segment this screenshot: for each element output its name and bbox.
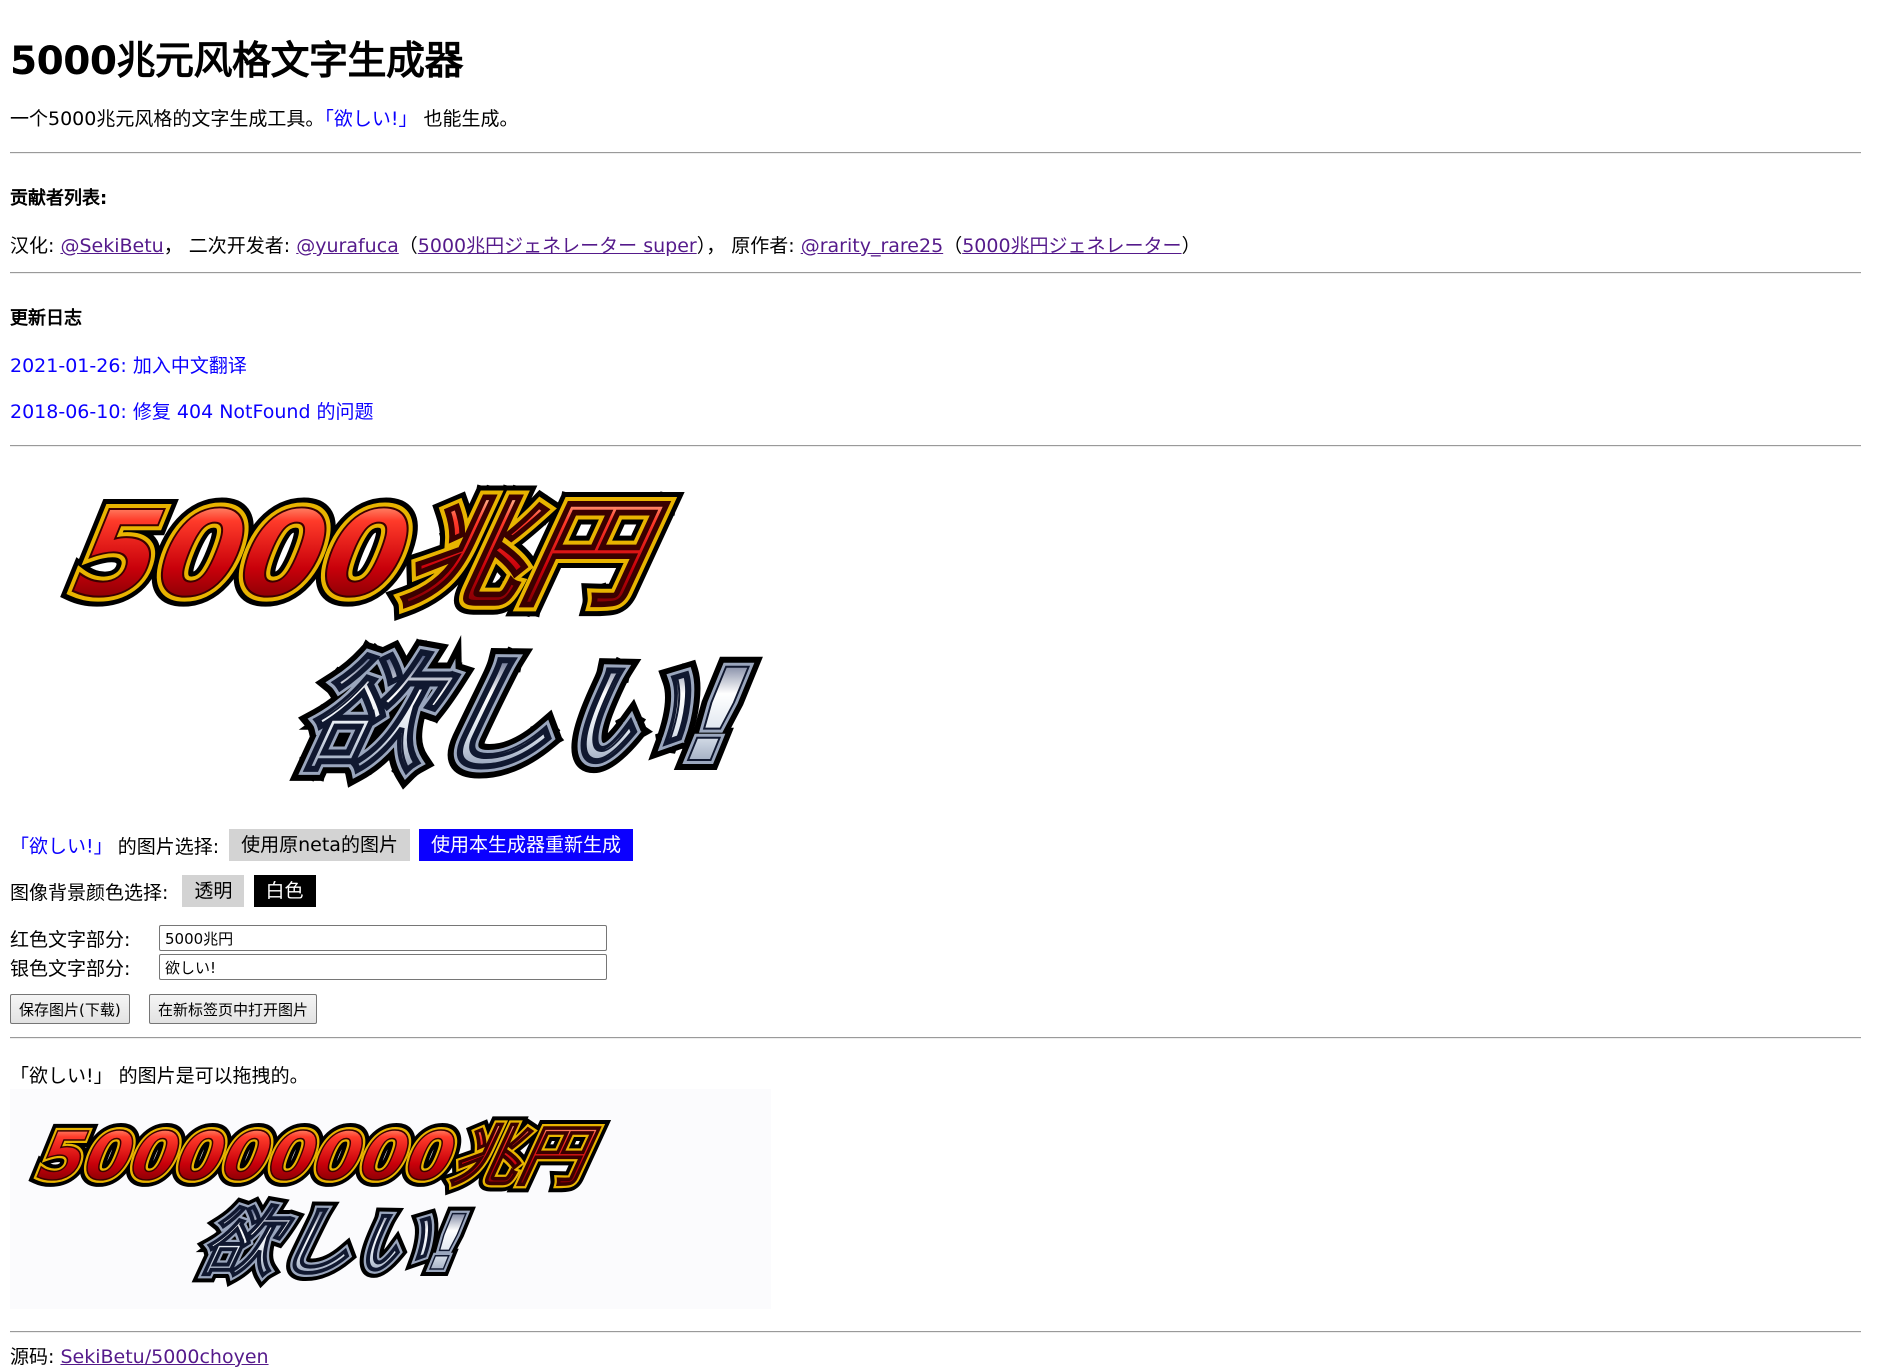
original-project-link[interactable]: 5000兆円ジェネレーター <box>962 235 1181 257</box>
background-option-label: 图像背景颜色选择: <box>10 881 169 904</box>
original-author-label: 原作者: <box>731 235 795 257</box>
page-title: 5000兆元风格文字生成器 <box>10 39 464 84</box>
save-image-button[interactable]: 保存图片(下载) <box>10 994 130 1024</box>
secondary-dev-link[interactable]: @yurafuca <box>296 235 399 257</box>
silver-text-label: 银色文字部分: <box>10 958 131 980</box>
intro-quote: 「欲しい!」 <box>324 108 418 130</box>
divider <box>10 445 1861 447</box>
generated-red-text: 500000000兆円 <box>33 1118 604 1195</box>
intro-suffix: 也能生成。 <box>423 108 519 130</box>
contributors-heading: 贡献者列表: <box>10 188 108 209</box>
open-in-new-tab-button[interactable]: 在新标签页中打开图片 <box>149 994 318 1024</box>
red-text-input[interactable] <box>159 925 607 951</box>
use-original-image-option[interactable]: 使用原neta的图片 <box>229 829 410 861</box>
divider <box>10 1037 1861 1039</box>
secondary-dev-project-link[interactable]: 5000兆円ジェネレーター super <box>418 235 697 257</box>
original-author-link[interactable]: @rarity_rare25 <box>801 235 943 257</box>
secondary-dev-label: 二次开发者: <box>188 235 291 257</box>
drag-note: 「欲しい!」 的图片是可以拖拽的。 <box>10 1065 309 1087</box>
generated-image[interactable]: 500000000兆円 500000000兆円 500000000兆円 欲しい!… <box>10 1089 771 1309</box>
source-label: 源码: <box>10 1346 55 1368</box>
changelog-heading: 更新日志 <box>10 308 82 329</box>
localization-link[interactable]: @SekiBetu <box>60 235 163 257</box>
contributors-line: 汉化: @SekiBetu， 二次开发者: @yurafuca（5000兆円ジェ… <box>10 235 1201 257</box>
changelog-entry: 2021-01-26: 加入中文翻译 <box>10 355 247 377</box>
background-option-row: 图像背景颜色选择: 透明 白色 <box>10 875 316 907</box>
source-repo-link[interactable]: SekiBetu/5000choyen <box>60 1346 268 1368</box>
preview-red-text: 5000兆円 <box>64 486 673 623</box>
divider <box>10 1331 1861 1333</box>
intro-prefix: 一个5000兆元风格的文字生成工具。 <box>10 108 325 130</box>
intro-line: 一个5000兆元风格的文字生成工具。「欲しい!」 也能生成。 <box>10 107 519 131</box>
hoshii-option-label: 的图片选择: <box>117 835 220 858</box>
white-background-option[interactable]: 白色 <box>253 875 316 907</box>
red-text-label: 红色文字部分: <box>10 929 131 951</box>
hoshii-quote: 「欲しい!」 <box>10 835 113 858</box>
preview-image: 5000兆円 5000兆円 5000兆円 欲しい! 欲しい! 欲しい! <box>54 476 773 795</box>
localization-label: 汉化: <box>10 235 55 257</box>
silver-text-input[interactable] <box>159 954 607 980</box>
preview-silver-text: 欲しい! <box>289 641 763 790</box>
generated-silver-text: 欲しい! <box>193 1200 474 1288</box>
footer-source: 源码: SekiBetu/5000choyen <box>10 1345 269 1369</box>
divider <box>10 272 1861 274</box>
divider <box>10 152 1861 154</box>
hoshii-image-option-row: 「欲しい!」 的图片选择: 使用原neta的图片 使用本生成器重新生成 <box>10 829 634 861</box>
transparent-background-option[interactable]: 透明 <box>182 875 245 907</box>
regenerate-image-option[interactable]: 使用本生成器重新生成 <box>419 829 634 861</box>
changelog-entry: 2018-06-10: 修复 404 NotFound 的问题 <box>10 401 374 423</box>
